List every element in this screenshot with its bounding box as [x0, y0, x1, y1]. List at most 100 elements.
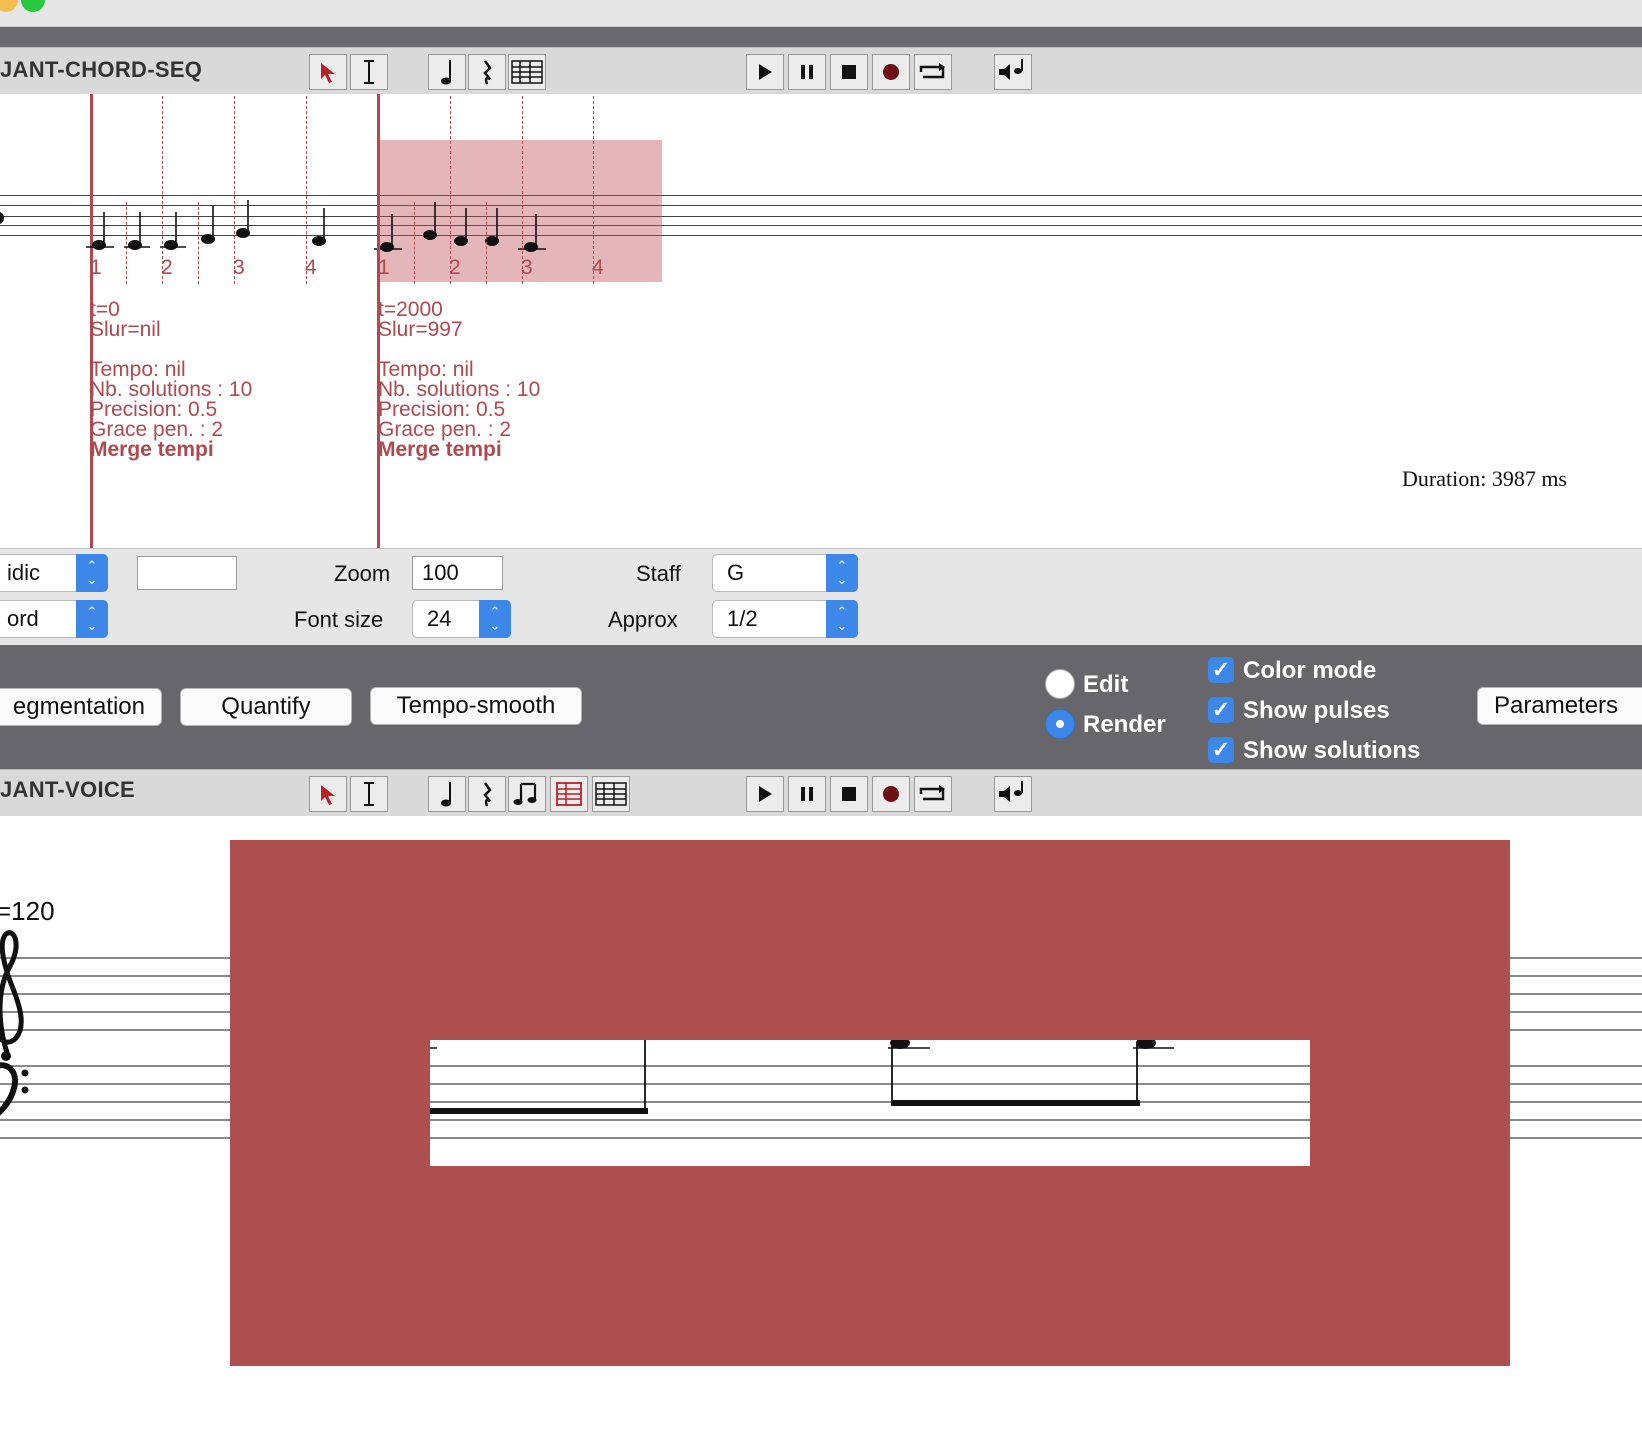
- text-tool-button[interactable]: [350, 54, 388, 90]
- select-tool-button[interactable]: [309, 54, 347, 90]
- arrow-cursor-icon: [321, 63, 335, 83]
- arrow-cursor-icon: [321, 785, 335, 805]
- score-view-button[interactable]: [508, 54, 546, 90]
- play-icon: [759, 64, 772, 80]
- pulse-number: 1: [378, 256, 390, 279]
- stop-icon: [842, 65, 856, 79]
- staff-grid-icon: [595, 782, 627, 806]
- segment-slur: Slur=997: [378, 318, 463, 341]
- zoom-window-button[interactable]: [21, 0, 45, 12]
- select-tool-button[interactable]: [309, 776, 347, 812]
- stepper-icon: ⌃ ⌄: [826, 554, 858, 592]
- rest-tool-button[interactable]: [468, 776, 506, 812]
- render-label: Render: [1083, 711, 1166, 738]
- segment-info: t=2000 Slur=997 Tempo: nil Nb. solutions…: [378, 299, 541, 461]
- show-pulses-label: Show pulses: [1243, 697, 1390, 724]
- object-select[interactable]: ord ⌃ ⌄: [0, 600, 108, 638]
- segment-grace: Grace pen. : 2: [90, 418, 224, 441]
- staff-select[interactable]: G ⌃ ⌄: [712, 554, 858, 592]
- pause-button[interactable]: [788, 54, 826, 90]
- stepper-icon: ⌃ ⌄: [76, 600, 108, 638]
- quantify-button[interactable]: Quantify: [180, 688, 352, 726]
- voice-toolbar: JANT-VOICE: [0, 769, 1642, 817]
- chord-seq-score[interactable]: 1 2 3 4 t=0 Slur=nil Tempo: nil Nb. solu…: [0, 94, 1642, 548]
- show-pulses-checkbox[interactable]: ✓: [1208, 697, 1234, 723]
- pulse-number: 4: [305, 256, 317, 279]
- score-view-button[interactable]: [592, 776, 630, 812]
- sound-button[interactable]: [994, 54, 1032, 90]
- segment-merge: Merge tempi: [378, 438, 502, 461]
- pulse-number: 2: [161, 256, 173, 279]
- stop-icon: [842, 787, 856, 801]
- play-button[interactable]: [746, 54, 784, 90]
- edit-label: Edit: [1083, 671, 1129, 698]
- editor-title: JANT-VOICE: [0, 777, 136, 802]
- mode-select[interactable]: idic ⌃ ⌄: [0, 554, 108, 592]
- duration-label: Duration: 3987 ms: [1402, 466, 1567, 491]
- show-solutions-checkbox[interactable]: ✓: [1208, 737, 1234, 763]
- action-bar: egmentation Quantify Tempo-smooth Edit R…: [0, 645, 1642, 769]
- group-tool-button[interactable]: [508, 776, 546, 812]
- beamed-notes-icon: [513, 782, 537, 805]
- staff-label: Staff: [636, 561, 681, 586]
- color-mode-label: Color mode: [1243, 657, 1377, 684]
- quarter-rest-icon: [483, 782, 492, 807]
- text-tool-button[interactable]: [350, 776, 388, 812]
- segment-time: t=0: [90, 298, 120, 321]
- sound-button[interactable]: [994, 776, 1032, 812]
- play-icon: [759, 786, 772, 802]
- record-icon: [883, 786, 899, 802]
- loop-button[interactable]: [914, 54, 952, 90]
- value-field[interactable]: [137, 556, 237, 590]
- pause-icon: [801, 65, 813, 79]
- render-radio[interactable]: [1045, 709, 1075, 739]
- render-window: [430, 1040, 1310, 1166]
- record-button[interactable]: [872, 54, 910, 90]
- zoom-field[interactable]: 100: [412, 556, 503, 590]
- edit-radio[interactable]: [1045, 669, 1075, 699]
- speaker-icon: [999, 781, 1023, 802]
- segmentation-button[interactable]: egmentation: [0, 688, 162, 726]
- quarter-note-icon: [441, 782, 451, 807]
- note-tool-button[interactable]: [428, 776, 466, 812]
- fontsize-label: Font size: [294, 607, 384, 632]
- stepper-icon: ⌃ ⌄: [826, 600, 858, 638]
- pause-button[interactable]: [788, 776, 826, 812]
- loop-icon: [919, 63, 945, 79]
- quarter-rest-icon: [483, 60, 492, 85]
- staff-grid-icon: [511, 60, 543, 84]
- loop-button[interactable]: [914, 776, 952, 812]
- segment-solutions: Nb. solutions : 10: [378, 378, 541, 401]
- segment-tempo: Tempo: nil: [90, 358, 186, 381]
- pulse-number: 1: [90, 256, 102, 279]
- segment-merge: Merge tempi: [90, 438, 214, 461]
- voice-score[interactable]: =120: [0, 816, 1642, 1436]
- quarter-note-icon: [441, 60, 451, 85]
- window-divider: [0, 27, 1642, 47]
- stop-button[interactable]: [830, 776, 868, 812]
- segment-slur: Slur=nil: [90, 318, 161, 341]
- record-icon: [883, 64, 899, 80]
- segment-grace: Grace pen. : 2: [378, 418, 512, 441]
- show-solutions-label: Show solutions: [1243, 737, 1421, 764]
- note-tool-button[interactable]: [428, 54, 466, 90]
- record-button[interactable]: [872, 776, 910, 812]
- tempo-smooth-button[interactable]: Tempo-smooth: [370, 687, 582, 725]
- zoom-label: Zoom: [334, 561, 391, 586]
- display-controls: idic ⌃ ⌄ ord ⌃ ⌄ Zoom 100 Font size 24 ⌃ ⌄ …: [0, 548, 1642, 646]
- rest-tool-button[interactable]: [468, 54, 506, 90]
- minimize-window-button[interactable]: [0, 0, 18, 12]
- ibeam-cursor-icon: [364, 60, 374, 84]
- window-titlebar: [0, 0, 1642, 27]
- chord-seq-toolbar: JANT-CHORD-SEQ: [0, 47, 1642, 95]
- approx-select[interactable]: 1/2 ⌃ ⌄: [712, 600, 858, 638]
- play-button[interactable]: [746, 776, 784, 812]
- pulse-number: 3: [521, 256, 533, 279]
- segment-solutions: Nb. solutions : 10: [90, 378, 253, 401]
- measure-tool-button[interactable]: [550, 776, 588, 812]
- fontsize-select[interactable]: 24 ⌃ ⌄: [412, 600, 511, 638]
- stop-button[interactable]: [830, 54, 868, 90]
- treble-clef-icon: [0, 930, 24, 1061]
- color-mode-checkbox[interactable]: ✓: [1208, 657, 1234, 683]
- parameters-button[interactable]: Parameters: [1477, 687, 1642, 725]
